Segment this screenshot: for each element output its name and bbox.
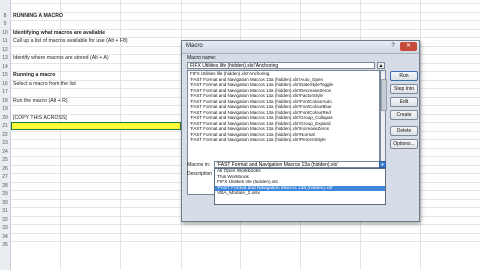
create-button[interactable]: Create — [390, 110, 418, 120]
macros-in-dropdown[interactable]: All Open Workbooks This Workbook FIFX Util… — [214, 168, 386, 205]
cell-text[interactable]: [COPY THIS ACROSS] — [13, 115, 67, 121]
row-number[interactable]: 31 — [0, 208, 10, 214]
row-number[interactable]: 12 — [0, 47, 10, 53]
row-number[interactable]: 16 — [0, 81, 10, 87]
row-number[interactable]: 34 — [0, 234, 10, 240]
macros-in-label: Macros in: — [187, 162, 211, 168]
cell-text[interactable]: Call up a list of macros available for u… — [13, 38, 128, 44]
step-into-button[interactable]: Step Into — [390, 84, 418, 94]
row-number[interactable]: 29 — [0, 191, 10, 197]
edit-button[interactable]: Edit — [390, 97, 418, 107]
run-button[interactable]: Run — [390, 71, 418, 81]
selected-cell[interactable] — [11, 122, 181, 130]
scrollbar-thumb[interactable] — [381, 79, 387, 111]
row-number[interactable]: 28 — [0, 183, 10, 189]
row-number[interactable]: 30 — [0, 200, 10, 206]
dialog-title: Macro — [186, 43, 203, 49]
row-gridline — [11, 20, 480, 21]
row-gridline — [11, 3, 480, 4]
help-icon[interactable]: ? — [387, 42, 399, 51]
delete-button[interactable]: Delete — [390, 126, 418, 136]
cell-text[interactable]: Run the macro (Alt + R) — [13, 98, 68, 104]
row-number[interactable]: 25 — [0, 157, 10, 163]
row-number[interactable]: 19 — [0, 106, 10, 112]
row-number[interactable]: 14 — [0, 64, 10, 70]
row-gridline — [11, 224, 480, 225]
row-number[interactable]: 10 — [0, 30, 10, 36]
description-label: Description — [187, 171, 213, 177]
row-number[interactable]: 23 — [0, 140, 10, 146]
row-number[interactable]: 15 — [0, 72, 10, 78]
macro-dialog: Macro ? ✕ Macro name: FIFX Utilities lif… — [181, 40, 420, 222]
cell-text[interactable]: Identify where macros are stored (Alt + … — [13, 55, 109, 61]
cell-text[interactable]: RUNNING A MACRO — [13, 13, 63, 19]
column-gridline — [420, 0, 421, 270]
row-number[interactable]: 22 — [0, 132, 10, 138]
row-number[interactable]: 11 — [0, 38, 10, 44]
cell-text[interactable]: Identifying what macros are available — [13, 30, 105, 36]
row-number[interactable]: 26 — [0, 166, 10, 172]
cell-text[interactable]: Select a macro from the list — [13, 81, 76, 87]
row-number[interactable]: 18 — [0, 98, 10, 104]
macro-name-input[interactable]: FIFX Utilities life (hidden).xls!'Anchor… — [187, 62, 375, 69]
row-number[interactable]: 33 — [0, 225, 10, 231]
chevron-down-icon[interactable]: ▼ — [379, 161, 386, 168]
row-number[interactable]: 13 — [0, 55, 10, 61]
macro-name-label: Macro name: — [187, 55, 217, 61]
row-number[interactable]: 24 — [0, 149, 10, 155]
row-gridline — [11, 11, 480, 13]
row-number[interactable]: 21 — [0, 123, 10, 129]
collapse-dialog-icon[interactable]: ▲ — [377, 62, 385, 69]
row-number[interactable]: 8 — [0, 13, 10, 19]
row-number[interactable]: 20 — [0, 115, 10, 121]
row-number[interactable]: 32 — [0, 217, 10, 223]
close-icon[interactable]: ✕ — [400, 42, 417, 51]
row-gridline — [11, 241, 480, 242]
macro-list-item[interactable]: 'FAST Format and Navigation Macros 13a (… — [188, 137, 379, 143]
row-header: 8 9 10 11 12 13 14 15 16 17 18 19 20 21 22 23 24 25 26 27 28… — [0, 0, 11, 270]
row-number[interactable]: 35 — [0, 242, 10, 248]
row-gridline — [11, 232, 480, 234]
cell-text[interactable]: Running a macro — [13, 72, 55, 78]
row-number[interactable]: 17 — [0, 89, 10, 95]
row-number[interactable]: 27 — [0, 174, 10, 180]
row-number[interactable]: 9 — [0, 21, 10, 27]
dropdown-option[interactable]: VBA_Module_2.xlsx — [215, 191, 385, 197]
macros-in-select[interactable]: 'FAST Format and Navigation Macros 13a (… — [214, 161, 380, 168]
options-button[interactable]: Options... — [390, 139, 418, 149]
dialog-titlebar: Macro ? ✕ — [182, 41, 419, 54]
